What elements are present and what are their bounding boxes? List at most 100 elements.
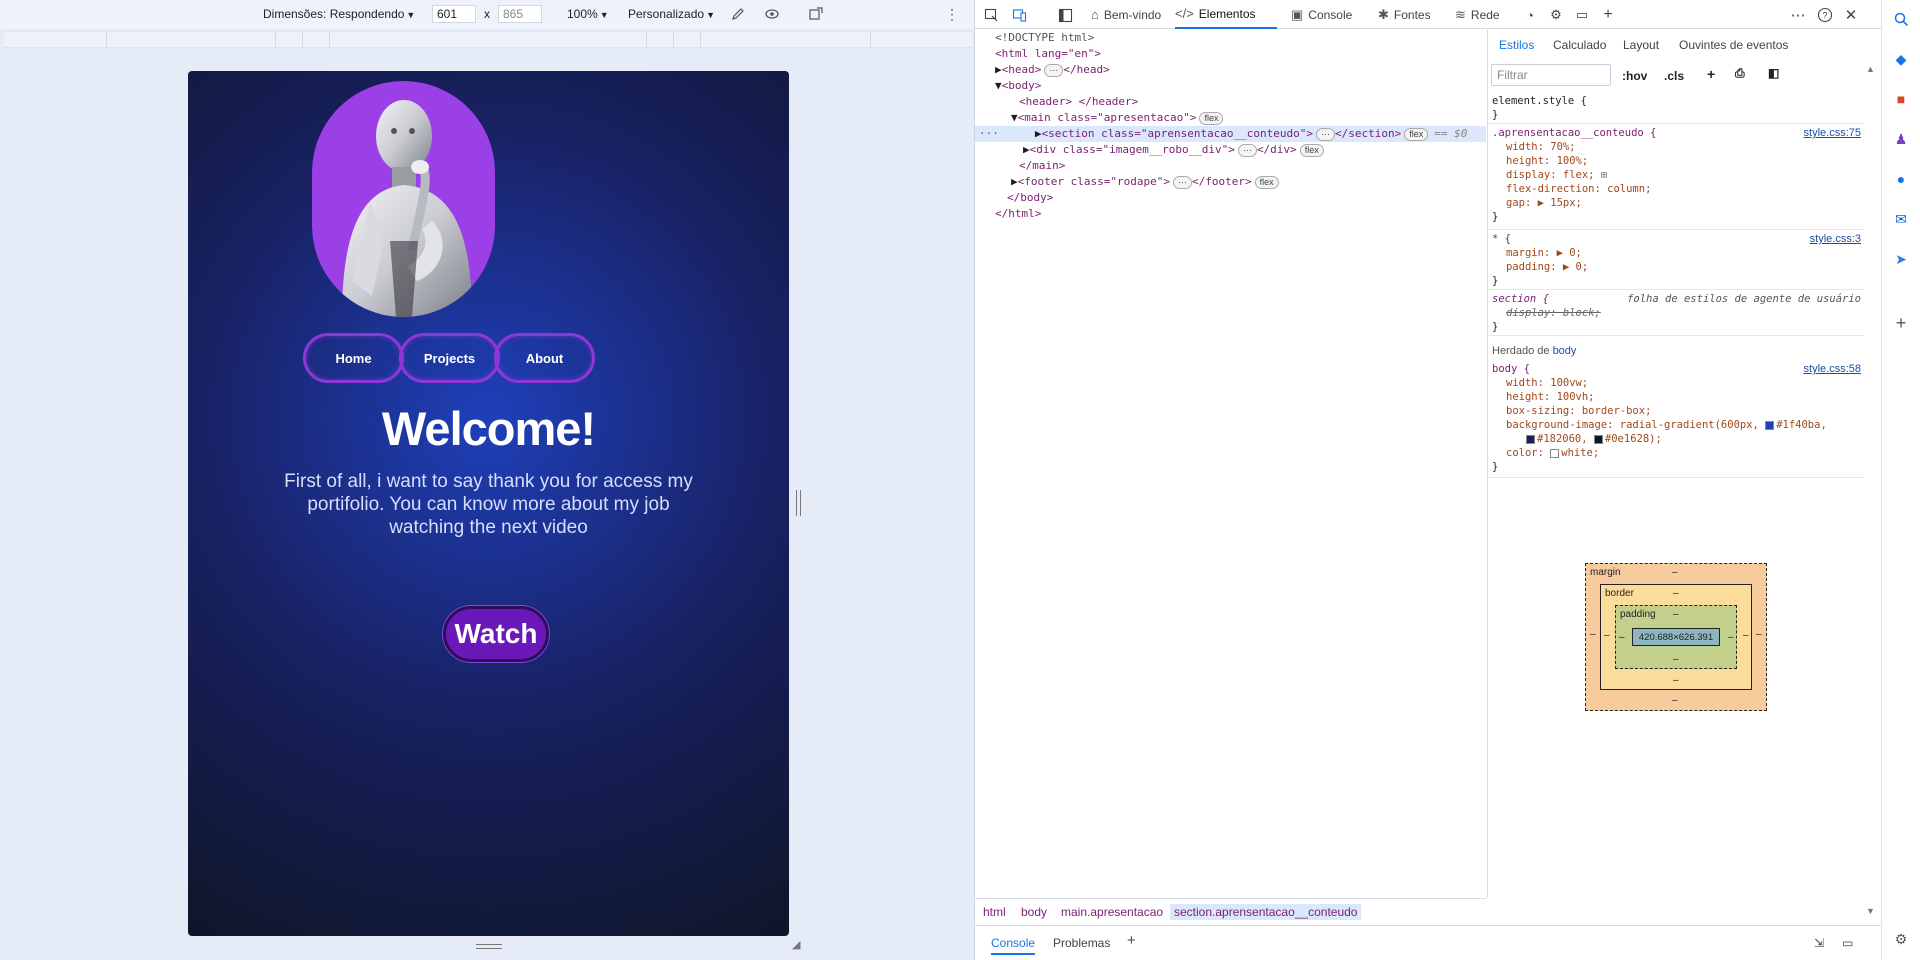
box-model-margin[interactable]: margin – – – – border – – – – padding – … xyxy=(1585,563,1767,711)
nav-projects-button[interactable]: Projects xyxy=(399,333,500,383)
settings-gear-icon[interactable]: ⚙ xyxy=(1546,5,1566,25)
more-icon[interactable]: ⋯ xyxy=(1788,5,1808,25)
border-right-value[interactable]: – xyxy=(1743,630,1749,641)
main-close[interactable]: </main> xyxy=(1019,158,1065,174)
tab-welcome[interactable]: ⌂ Bem-vindo xyxy=(1091,0,1161,29)
new-rule-icon[interactable]: + xyxy=(1707,66,1715,82)
ellipsis-pill[interactable]: ··· xyxy=(1316,128,1336,141)
prop-line[interactable]: width: 100vw; xyxy=(1506,376,1588,390)
breadcrumb-section[interactable]: section.aprensentacao__conteudo xyxy=(1170,904,1362,920)
resize-handle-bottom[interactable] xyxy=(476,944,502,950)
width-input[interactable]: 601 xyxy=(432,5,476,23)
tab-layout[interactable]: Layout xyxy=(1623,38,1659,52)
padding-bottom-value[interactable]: – xyxy=(1673,654,1679,665)
prop-line[interactable]: margin: ▶ 0; xyxy=(1506,246,1582,260)
paint-icon[interactable]: ⎙ xyxy=(1735,66,1745,81)
resize-handle-right[interactable] xyxy=(796,490,802,516)
nav-about-button[interactable]: About xyxy=(494,333,595,383)
drawer-tab-problems[interactable]: Problemas xyxy=(1053,936,1110,950)
dock-icon[interactable] xyxy=(1055,5,1075,25)
settings-gear-icon[interactable]: ⚙ xyxy=(1891,929,1911,949)
prop-line[interactable]: box-sizing: border-box; xyxy=(1506,404,1651,418)
prop-line-background-cont[interactable]: #182060, #0e1628); xyxy=(1526,432,1662,446)
tab-network[interactable]: ≋ Rede xyxy=(1455,0,1500,29)
computed-sidebar-icon[interactable]: ◧ xyxy=(1768,66,1779,80)
tab-console[interactable]: ▣ Console xyxy=(1291,0,1352,29)
performance-icon[interactable]: ◔ xyxy=(1520,5,1540,25)
margin-right-value[interactable]: – xyxy=(1756,629,1762,640)
close-icon[interactable]: ✕ xyxy=(1841,5,1861,25)
html-close[interactable]: </html> xyxy=(995,206,1041,222)
application-icon[interactable]: ▭ xyxy=(1572,5,1592,25)
padding-left-value[interactable]: – xyxy=(1619,632,1625,643)
flex-badge[interactable]: flex xyxy=(1404,128,1429,141)
color-swatch[interactable] xyxy=(1550,448,1560,458)
breadcrumb-main[interactable]: main.apresentacao xyxy=(1061,905,1163,919)
copilot-icon[interactable]: ● xyxy=(1891,169,1911,189)
head-node[interactable]: ▶<head> ··· </head> xyxy=(995,62,1110,78)
box-model-border[interactable]: border – – – – padding – – – – 420.688×6… xyxy=(1600,584,1752,690)
source-link[interactable]: style.css:58 xyxy=(1804,362,1861,376)
prop-line-display[interactable]: display: flex; ⊞ xyxy=(1506,168,1607,182)
color-swatch[interactable] xyxy=(1593,434,1603,444)
watch-button[interactable]: Watch xyxy=(443,606,549,662)
height-input[interactable]: 865 xyxy=(498,5,542,23)
main-node[interactable]: ▼<main class="apresentacao"> flex xyxy=(1011,110,1224,126)
tab-event-listeners[interactable]: Ouvintes de eventos xyxy=(1679,38,1788,52)
border-left-value[interactable]: – xyxy=(1604,630,1610,641)
header-node[interactable]: <header> </header> xyxy=(1019,94,1138,110)
div-node[interactable]: ▶<div class="imagem__robo__div"> ··· </div… xyxy=(1023,142,1324,158)
device-toolbar-icon[interactable] xyxy=(1009,5,1029,25)
zoom-dropdown[interactable]: 100% ▼ xyxy=(567,7,609,21)
prop-line[interactable]: width: 70%; xyxy=(1506,140,1576,154)
nav-home-button[interactable]: Home xyxy=(303,333,404,383)
tab-elements[interactable]: </> Elementos xyxy=(1175,0,1277,29)
search-icon[interactable] xyxy=(1891,9,1911,29)
rotate-icon[interactable] xyxy=(807,5,825,23)
resize-corner-icon[interactable]: ◢ xyxy=(792,938,800,951)
source-link[interactable]: style.css:75 xyxy=(1804,126,1861,140)
throttle-dropdown[interactable]: Personalizado ▼ xyxy=(628,7,715,21)
margin-bottom-value[interactable]: – xyxy=(1672,695,1678,706)
hov-toggle[interactable]: :hov xyxy=(1622,69,1647,83)
pen-icon[interactable] xyxy=(729,5,747,23)
more-vertical-icon[interactable]: ⋮ xyxy=(943,5,961,23)
flex-badge[interactable]: flex xyxy=(1199,112,1224,125)
prop-line[interactable]: gap: ▶ 15px; xyxy=(1506,196,1582,210)
ellipsis-pill[interactable]: ··· xyxy=(1172,176,1192,189)
scroll-up-icon[interactable]: ▲ xyxy=(1866,64,1875,74)
ellipsis-pill[interactable]: ··· xyxy=(1237,144,1257,157)
prop-line[interactable]: height: 100%; xyxy=(1506,154,1588,168)
padding-top-value[interactable]: – xyxy=(1673,609,1679,620)
section-node-selected[interactable]: ··· ▶<section class="aprensentacao__conte… xyxy=(975,126,1486,142)
tab-computed[interactable]: Calculado xyxy=(1553,38,1606,52)
prop-line-color[interactable]: color: white; xyxy=(1506,446,1599,460)
border-bottom-value[interactable]: – xyxy=(1673,675,1679,686)
flex-editor-icon[interactable]: ⊞ xyxy=(1601,169,1607,181)
inherited-link[interactable]: body xyxy=(1553,345,1577,357)
prop-line[interactable]: flex-direction: column; xyxy=(1506,182,1651,196)
padding-right-value[interactable]: – xyxy=(1728,632,1734,643)
toggle-drawer-icon[interactable]: ▭ xyxy=(1842,936,1853,950)
tag-icon[interactable]: ◆ xyxy=(1891,49,1911,69)
drawer-add-icon[interactable]: + xyxy=(1127,932,1136,949)
send-icon[interactable]: ➤ xyxy=(1891,249,1911,269)
flex-badge[interactable]: flex xyxy=(1299,144,1324,157)
breadcrumb-body[interactable]: body xyxy=(1021,905,1047,919)
color-swatch[interactable] xyxy=(1765,420,1775,430)
html-open[interactable]: <html lang="en"> xyxy=(995,46,1101,62)
prop-line[interactable]: height: 100vh; xyxy=(1506,390,1595,404)
tab-styles[interactable]: Estilos xyxy=(1499,38,1534,52)
margin-left-value[interactable]: – xyxy=(1590,629,1596,640)
margin-top-value[interactable]: – xyxy=(1672,567,1678,578)
footer-node[interactable]: ▶<footer class="rodape"> ··· </footer> flex xyxy=(1011,174,1279,190)
prop-line-overridden[interactable]: display: block; xyxy=(1506,306,1601,320)
drawer-tab-console[interactable]: Console xyxy=(991,936,1036,955)
prop-line-background[interactable]: background-image: radial-gradient(600px,… xyxy=(1506,418,1827,432)
outlook-icon[interactable]: ✉ xyxy=(1891,209,1911,229)
tab-sources[interactable]: ✱ Fontes xyxy=(1378,0,1431,29)
source-link[interactable]: style.css:3 xyxy=(1810,232,1861,246)
box-model-content[interactable]: 420.688×626.391 xyxy=(1632,628,1720,646)
eye-icon[interactable] xyxy=(763,5,781,23)
body-close[interactable]: </body> xyxy=(1007,190,1053,206)
